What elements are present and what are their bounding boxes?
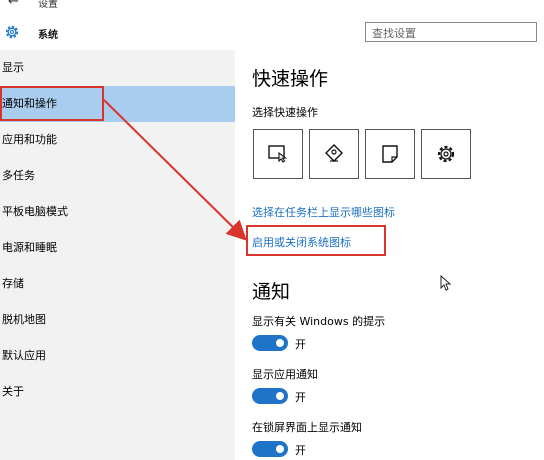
sidebar-item-about[interactable]: 关于	[0, 374, 235, 410]
setting-label-lockscreen-notifications: 在锁屏界面上显示通知	[252, 421, 362, 434]
setting-label-windows-tips: 显示有关 Windows 的提示	[252, 315, 386, 328]
toggle-windows-tips[interactable]	[252, 335, 288, 351]
quick-actions-title: 快速操作	[252, 68, 329, 90]
search-input[interactable]: 查找设置	[365, 22, 537, 42]
sidebar-item-storage[interactable]: 存储	[0, 266, 235, 302]
annotation-highlight-sidebar	[0, 86, 104, 121]
quick-action-tile-tablet-mode[interactable]	[253, 129, 303, 179]
location-icon	[325, 144, 343, 162]
toggle-state-windows-tips: 开	[295, 338, 306, 351]
setting-label-app-notifications: 显示应用通知	[252, 368, 318, 381]
minimize-button[interactable]: —	[470, 0, 482, 6]
quick-action-tile-note[interactable]	[365, 129, 415, 179]
toggle-app-notifications[interactable]	[252, 388, 288, 404]
back-arrow-icon[interactable]: ←	[8, 0, 19, 9]
sidebar-item-default-apps[interactable]: 默认应用	[0, 338, 235, 374]
quick-actions-subtitle: 选择快速操作	[252, 106, 318, 119]
toggle-state-app-notifications: 开	[295, 391, 306, 404]
sidebar-item-apps-features[interactable]: 应用和功能	[0, 122, 235, 158]
system-gear-icon	[5, 25, 19, 39]
window-title: 设置	[38, 0, 58, 10]
sidebar-item-offline-maps[interactable]: 脱机地图	[0, 302, 235, 338]
notifications-title: 通知	[252, 281, 291, 303]
sidebar-item-power-sleep[interactable]: 电源和睡眠	[0, 230, 235, 266]
note-icon	[382, 145, 398, 163]
sidebar-item-multitasking[interactable]: 多任务	[0, 158, 235, 194]
section-title: 系统	[38, 30, 58, 41]
quick-action-tile-settings[interactable]	[421, 129, 471, 179]
annotation-highlight-link	[246, 225, 386, 256]
link-select-taskbar-icons[interactable]: 选择在任务栏上显示哪些图标	[252, 204, 395, 220]
sidebar-item-display[interactable]: 显示	[0, 50, 235, 86]
toggle-state-lockscreen-notifications: 开	[295, 444, 306, 457]
quick-action-tile-location[interactable]	[309, 129, 359, 179]
sidebar-item-tablet-mode[interactable]: 平板电脑模式	[0, 194, 235, 230]
settings-gear-icon	[437, 145, 455, 163]
toggle-lockscreen-notifications[interactable]	[252, 441, 288, 457]
title-bar: ← 设置 —	[0, 0, 544, 12]
tablet-mode-icon	[268, 145, 288, 163]
mouse-cursor-icon	[440, 275, 452, 291]
